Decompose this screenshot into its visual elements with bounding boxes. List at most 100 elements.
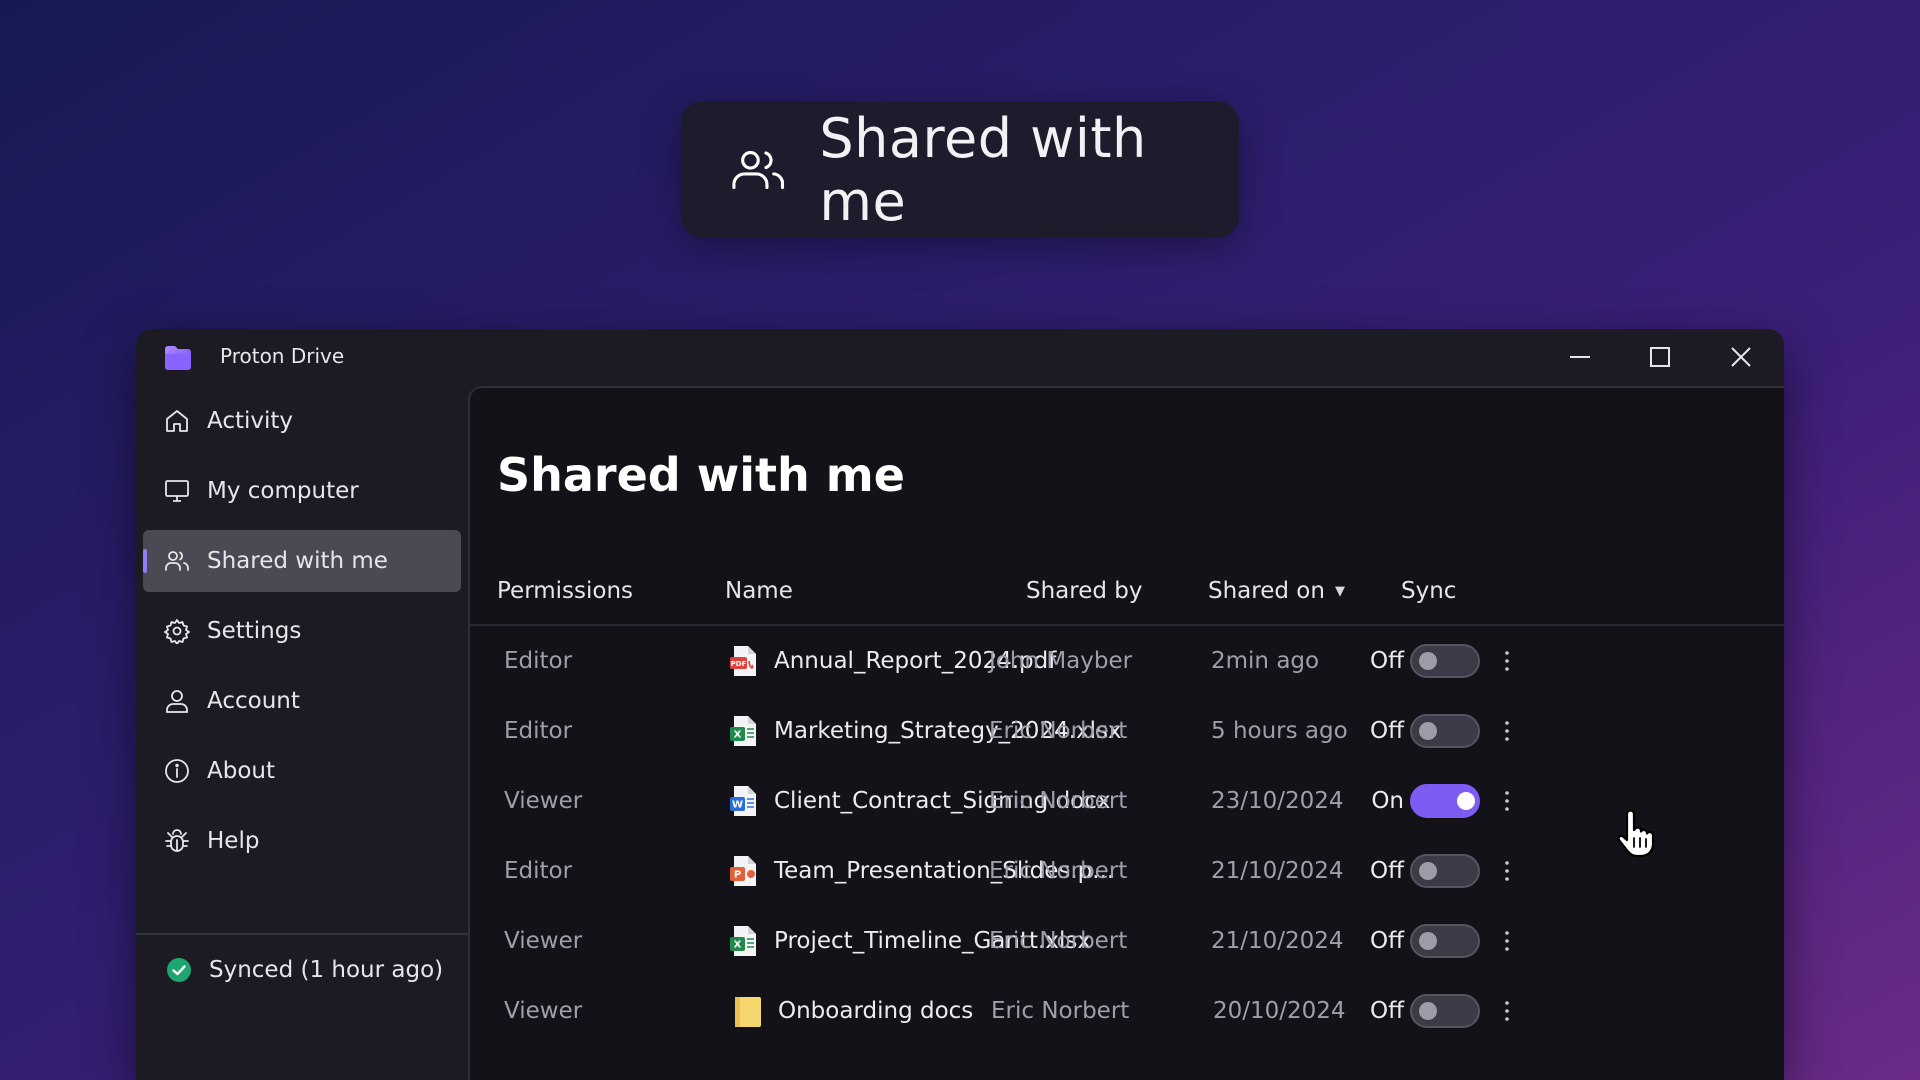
sync-toggle[interactable] bbox=[1410, 714, 1480, 748]
toggle-knob bbox=[1457, 792, 1475, 810]
sync-toggle[interactable] bbox=[1410, 854, 1480, 888]
hand-cursor-icon bbox=[1617, 810, 1655, 858]
shared-on-cell: 23/10/2024 bbox=[1211, 788, 1344, 814]
column-header-permissions[interactable]: Permissions bbox=[497, 578, 633, 604]
column-header-shared-on[interactable]: Shared on ▼ bbox=[1208, 578, 1345, 604]
more-options-button[interactable] bbox=[1492, 853, 1522, 889]
shared-on-cell: 5 hours ago bbox=[1211, 718, 1348, 744]
info-icon bbox=[165, 759, 189, 783]
banner-title: Shared with me bbox=[819, 106, 1147, 233]
sync-toggle[interactable] bbox=[1410, 784, 1480, 818]
more-vertical-icon bbox=[1505, 651, 1509, 671]
shared-on-cell: 20/10/2024 bbox=[1213, 998, 1346, 1024]
table-row[interactable]: Editor P Team_Presentation_Slides.p... E… bbox=[470, 836, 1784, 906]
sync-state-label: Off bbox=[1370, 718, 1404, 744]
file-name-cell[interactable]: Onboarding docs bbox=[734, 976, 973, 1046]
bug-icon bbox=[165, 829, 189, 852]
table-row[interactable]: Editor PDF Annual_Report_2024.pdf John M… bbox=[470, 626, 1784, 696]
column-header-name[interactable]: Name bbox=[725, 578, 793, 604]
toggle-knob bbox=[1419, 652, 1437, 670]
svg-text:X: X bbox=[734, 940, 742, 951]
sync-toggle[interactable] bbox=[1410, 994, 1480, 1028]
more-options-button[interactable] bbox=[1492, 713, 1522, 749]
sync-status-label: Synced (1 hour ago) bbox=[209, 957, 444, 983]
minimize-button[interactable] bbox=[1558, 339, 1602, 375]
sync-state-label: Off bbox=[1370, 998, 1404, 1024]
check-circle-icon bbox=[167, 958, 191, 982]
column-header-shared-by[interactable]: Shared by bbox=[1026, 578, 1143, 604]
sync-state-label: Off bbox=[1370, 858, 1404, 884]
close-button[interactable] bbox=[1719, 339, 1763, 375]
shared-on-cell: 21/10/2024 bbox=[1211, 858, 1344, 884]
more-vertical-icon bbox=[1505, 721, 1509, 741]
more-vertical-icon bbox=[1505, 861, 1509, 881]
sync-state-label: On bbox=[1371, 788, 1404, 814]
permission-cell: Editor bbox=[504, 648, 573, 674]
table-row[interactable]: Viewer W Client_Contract_Signing.docx Er… bbox=[470, 766, 1784, 836]
more-vertical-icon bbox=[1505, 931, 1509, 951]
sidebar-item-settings[interactable]: Settings bbox=[143, 600, 461, 662]
sidebar-item-label: Settings bbox=[207, 618, 302, 644]
shared-by-cell: Eric Norbert bbox=[989, 718, 1128, 744]
users-icon bbox=[732, 150, 785, 189]
sidebar-item-label: Activity bbox=[207, 408, 294, 434]
column-header-sync[interactable]: Sync bbox=[1401, 578, 1456, 604]
shared-by-cell: Eric Norbert bbox=[989, 858, 1128, 884]
sync-state-label: Off bbox=[1370, 648, 1404, 674]
sync-toggle[interactable] bbox=[1410, 924, 1480, 958]
more-options-button[interactable] bbox=[1492, 923, 1522, 959]
shared-on-cell: 21/10/2024 bbox=[1211, 928, 1344, 954]
title-bar[interactable]: Proton Drive bbox=[136, 329, 1784, 385]
sync-toggle[interactable] bbox=[1410, 644, 1480, 678]
file-name: Onboarding docs bbox=[778, 998, 974, 1024]
sync-status: Synced (1 hour ago) bbox=[166, 957, 443, 983]
app-window: Proton Drive Activity My computer Shared… bbox=[136, 329, 1784, 1080]
sidebar-item-about[interactable]: About bbox=[143, 740, 461, 802]
gear-icon bbox=[164, 619, 190, 644]
sidebar-item-label: Help bbox=[207, 828, 260, 854]
shared-by-cell: Eric Norbert bbox=[991, 998, 1130, 1024]
table-row[interactable]: Viewer Onboarding docs Eric Norbert 20/1… bbox=[470, 976, 1784, 1046]
svg-text:PDF: PDF bbox=[731, 660, 747, 668]
more-options-button[interactable] bbox=[1492, 643, 1522, 679]
svg-text:P: P bbox=[734, 870, 741, 881]
shared-by-cell: Eric Norbert bbox=[989, 928, 1128, 954]
pdf-file-icon: PDF bbox=[730, 646, 756, 676]
proton-drive-logo bbox=[165, 346, 191, 370]
toggle-knob bbox=[1419, 1002, 1437, 1020]
permission-cell: Viewer bbox=[504, 788, 583, 814]
page-title: Shared with me bbox=[497, 448, 905, 502]
sidebar-item-account[interactable]: Account bbox=[143, 670, 461, 732]
excel-file-icon: X bbox=[730, 716, 756, 746]
home-icon bbox=[166, 410, 188, 432]
sidebar-item-help[interactable]: Help bbox=[143, 810, 461, 872]
sidebar-item-shared-with-me[interactable]: Shared with me bbox=[143, 530, 461, 592]
toggle-knob bbox=[1419, 862, 1437, 880]
svg-text:X: X bbox=[734, 730, 742, 741]
powerpoint-file-icon: P bbox=[730, 856, 756, 886]
sidebar-divider bbox=[136, 933, 468, 935]
user-icon bbox=[166, 690, 188, 713]
folder-icon bbox=[735, 997, 761, 1027]
sidebar-item-activity[interactable]: Activity bbox=[143, 390, 461, 452]
more-options-button[interactable] bbox=[1492, 993, 1522, 1029]
permission-cell: Viewer bbox=[504, 928, 583, 954]
sidebar-item-label: Account bbox=[207, 688, 300, 714]
shared-by-cell: Eric Norbert bbox=[989, 788, 1128, 814]
table-row[interactable]: Editor X Marketing_Strategy_2024.xlsx Er… bbox=[470, 696, 1784, 766]
table-row[interactable]: Viewer X Project_Timeline_Gantt.xlsx Eri… bbox=[470, 906, 1784, 976]
permission-cell: Editor bbox=[504, 858, 573, 884]
close-icon bbox=[1731, 347, 1751, 367]
sidebar-item-my-computer[interactable]: My computer bbox=[143, 460, 461, 522]
word-file-icon: W bbox=[730, 786, 756, 816]
main-panel: Shared with me Permissions Name Shared b… bbox=[468, 386, 1784, 1080]
monitor-icon bbox=[165, 480, 189, 502]
toggle-knob bbox=[1419, 722, 1437, 740]
maximize-button[interactable] bbox=[1638, 339, 1682, 375]
minimize-icon bbox=[1570, 356, 1590, 358]
more-options-button[interactable] bbox=[1492, 783, 1522, 819]
toggle-knob bbox=[1419, 932, 1437, 950]
permission-cell: Editor bbox=[504, 718, 573, 744]
feature-banner: Shared with me bbox=[681, 101, 1239, 238]
svg-text:W: W bbox=[732, 800, 743, 811]
